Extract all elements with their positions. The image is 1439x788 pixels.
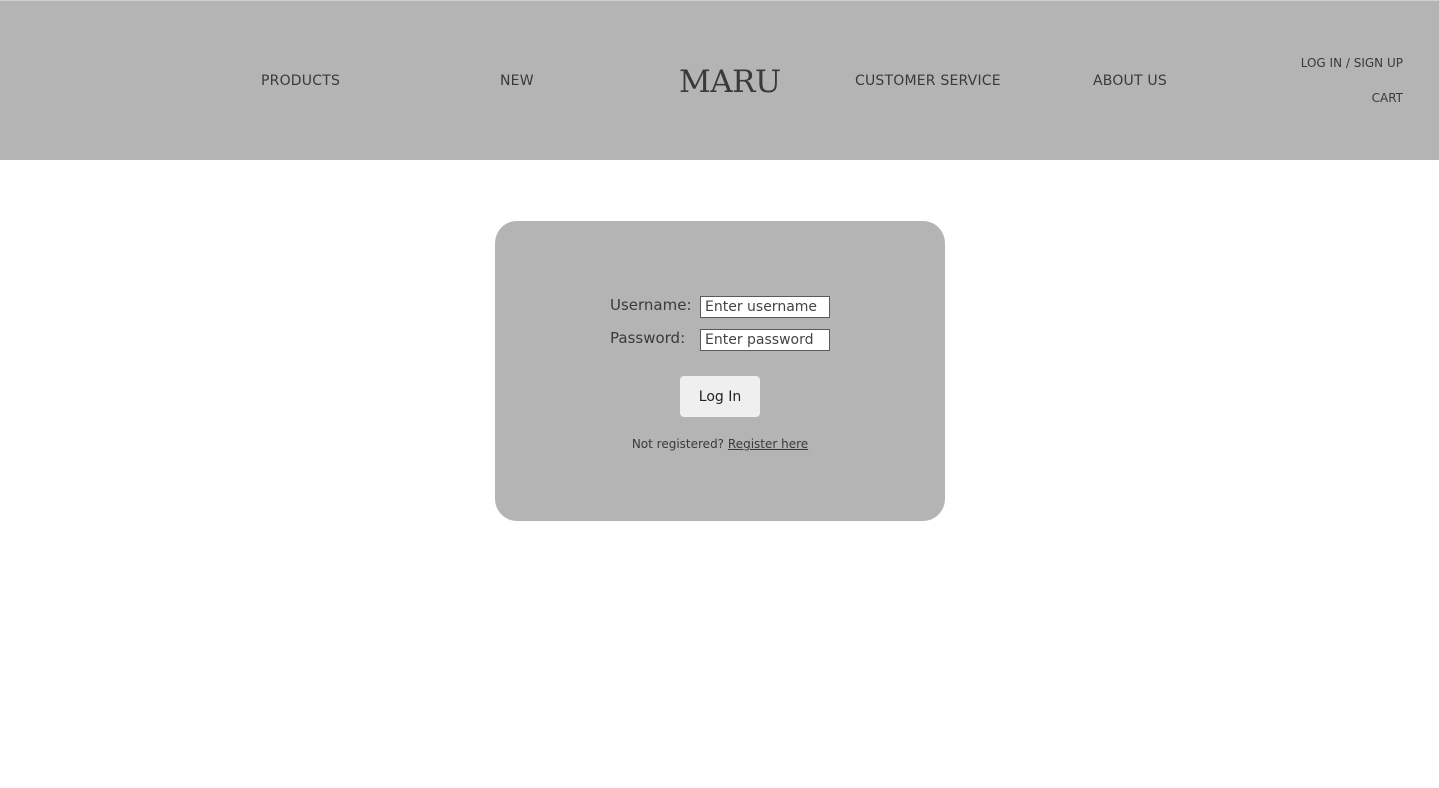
nav-products[interactable]: PRODUCTS	[261, 73, 340, 89]
nav-customer-service[interactable]: CUSTOMER SERVICE	[855, 73, 1001, 89]
cart-link[interactable]: CART	[1372, 91, 1403, 105]
register-line: Not registered? Register here	[495, 437, 945, 451]
password-label: Password:	[610, 329, 686, 347]
nav-new[interactable]: NEW	[500, 73, 534, 89]
login-signup-link[interactable]: LOG IN / SIGN UP	[1301, 56, 1403, 70]
site-logo[interactable]: MARU	[679, 64, 781, 100]
nav-about-us[interactable]: ABOUT US	[1093, 73, 1167, 89]
username-input[interactable]	[700, 296, 830, 318]
site-header: PRODUCTS NEW MARU CUSTOMER SERVICE ABOUT…	[0, 0, 1439, 160]
register-link[interactable]: Register here	[728, 437, 808, 451]
login-card: Username: Password: Log In Not registere…	[495, 221, 945, 521]
page: PRODUCTS NEW MARU CUSTOMER SERVICE ABOUT…	[0, 0, 1439, 788]
login-button[interactable]: Log In	[680, 376, 760, 417]
username-label: Username:	[610, 296, 692, 314]
register-prompt: Not registered?	[631, 437, 725, 451]
password-input[interactable]	[700, 329, 830, 351]
